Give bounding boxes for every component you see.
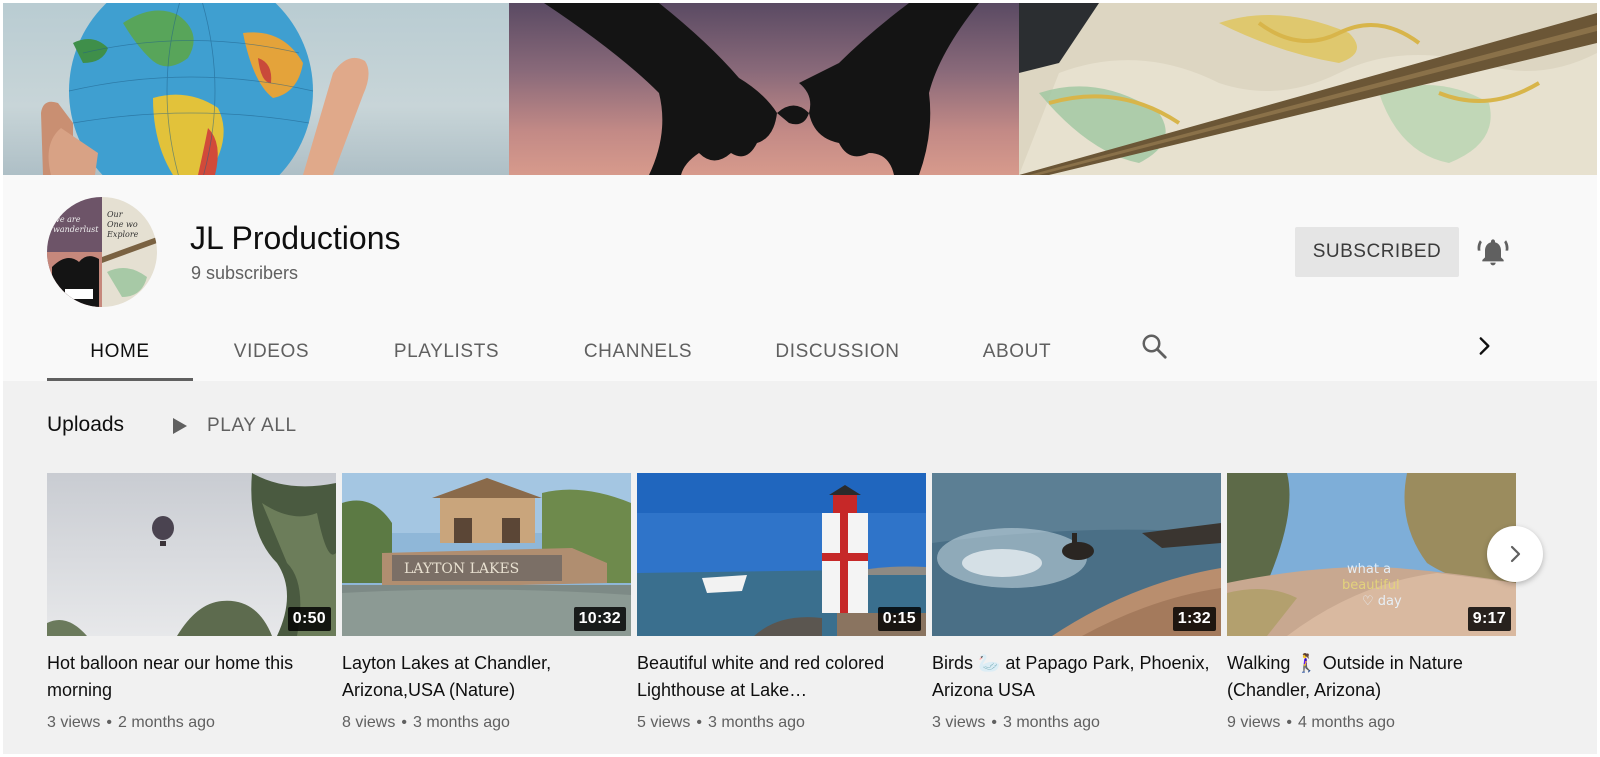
meta-separator: • xyxy=(106,714,112,731)
meta-separator: • xyxy=(696,714,702,731)
video-card[interactable]: what a beautiful ♡ day 9:17 Walking 🚶‍♀️… xyxy=(1227,473,1516,732)
video-card[interactable]: 1:32 Birds 🦢 at Papago Park, Phoenix, Ar… xyxy=(932,473,1221,732)
video-duration: 10:32 xyxy=(573,607,626,631)
search-icon[interactable] xyxy=(1139,331,1169,361)
banner-map-image xyxy=(1019,3,1597,175)
video-title[interactable]: Hot balloon near our home this morning xyxy=(47,650,336,704)
subscriber-count: 9 subscribers xyxy=(191,263,299,283)
video-meta: 9 views • 4 months ago xyxy=(1227,714,1516,732)
video-views: 3 views xyxy=(47,714,101,731)
video-meta: 3 views • 3 months ago xyxy=(932,714,1221,732)
video-views: 3 views xyxy=(932,714,986,731)
svg-text:Our: Our xyxy=(107,210,124,219)
banner-globe-image xyxy=(3,3,509,175)
tab-discussion[interactable]: DISCUSSION xyxy=(733,323,942,381)
svg-text:beautiful: beautiful xyxy=(1342,578,1400,593)
video-card[interactable]: 0:50 Hot balloon near our home this morn… xyxy=(47,473,336,732)
video-meta: 5 views • 3 months ago xyxy=(637,714,926,732)
svg-text:what a: what a xyxy=(1347,562,1391,577)
meta-separator: • xyxy=(991,714,997,731)
meta-separator: • xyxy=(401,714,407,731)
video-age: 3 months ago xyxy=(1002,714,1100,731)
video-age: 3 months ago xyxy=(707,714,805,731)
chevron-right-icon xyxy=(1510,545,1521,563)
subscribed-button[interactable]: SUBSCRIBED xyxy=(1295,227,1459,277)
video-meta: 3 views • 2 months ago xyxy=(47,714,336,732)
channel-name: JL Productions xyxy=(190,220,401,256)
shelf-title[interactable]: Uploads xyxy=(47,413,124,437)
svg-text:♡ day: ♡ day xyxy=(1362,594,1402,609)
tabs-chevron-right-icon[interactable] xyxy=(1471,333,1497,359)
svg-text:wanderlust: wanderlust xyxy=(53,225,99,234)
video-meta: 8 views • 3 months ago xyxy=(342,714,631,732)
play-all-button[interactable]: PLAY ALL xyxy=(171,409,297,443)
video-age: 3 months ago xyxy=(412,714,510,731)
tab-home[interactable]: HOME xyxy=(47,323,193,381)
shelf-next-button[interactable] xyxy=(1487,526,1543,582)
channel-avatar[interactable]: Our One wo Explore we are wanderlust xyxy=(47,197,157,307)
video-views: 8 views xyxy=(342,714,396,731)
video-title[interactable]: Beautiful white and red colored Lighthou… xyxy=(637,650,926,704)
play-all-label: PLAY ALL xyxy=(207,415,297,436)
banner-hands-image xyxy=(509,3,1019,175)
bell-icon[interactable] xyxy=(1477,236,1509,268)
tab-playlists[interactable]: PLAYLISTS xyxy=(350,323,543,381)
video-thumbnail[interactable]: 0:50 xyxy=(47,473,336,636)
video-age: 4 months ago xyxy=(1297,714,1395,731)
svg-text:Explore: Explore xyxy=(106,230,139,239)
svg-text:LAYTON LAKES: LAYTON LAKES xyxy=(404,561,519,577)
video-thumbnail[interactable]: what a beautiful ♡ day 9:17 xyxy=(1227,473,1516,636)
channel-tabs: HOME VIDEOS PLAYLISTS CHANNELS DISCUSSIO… xyxy=(47,323,1092,381)
video-card[interactable]: 0:15 Beautiful white and red colored Lig… xyxy=(637,473,926,732)
svg-text:we are: we are xyxy=(53,215,81,224)
channel-banner xyxy=(3,3,1597,175)
video-duration: 1:32 xyxy=(1172,607,1216,631)
video-views: 5 views xyxy=(637,714,691,731)
video-card[interactable]: LAYTON LAKES 10:32 Layton Lakes at Chand… xyxy=(342,473,631,732)
video-title[interactable]: Birds 🦢 at Papago Park, Phoenix, Arizona… xyxy=(932,650,1221,704)
video-thumbnail[interactable]: 0:15 xyxy=(637,473,926,636)
tab-about[interactable]: ABOUT xyxy=(942,323,1092,381)
video-views: 9 views xyxy=(1227,714,1281,731)
video-age: 2 months ago xyxy=(117,714,215,731)
video-duration: 0:15 xyxy=(877,607,921,631)
channel-page: Our One wo Explore we are wanderlust JL … xyxy=(3,3,1597,754)
video-title[interactable]: Layton Lakes at Chandler, Arizona,USA (N… xyxy=(342,650,631,704)
video-thumbnail[interactable]: 1:32 xyxy=(932,473,1221,636)
play-icon xyxy=(173,418,187,434)
video-duration: 9:17 xyxy=(1467,607,1511,631)
tab-channels[interactable]: CHANNELS xyxy=(543,323,733,381)
video-title[interactable]: Walking 🚶‍♀️ Outside in Nature (Chandler… xyxy=(1227,650,1516,704)
svg-text:One wo: One wo xyxy=(107,220,138,229)
meta-separator: • xyxy=(1286,714,1292,731)
video-row: 0:50 Hot balloon near our home this morn… xyxy=(47,473,1522,732)
tab-videos[interactable]: VIDEOS xyxy=(193,323,350,381)
video-duration: 0:50 xyxy=(287,607,331,631)
video-thumbnail[interactable]: LAYTON LAKES 10:32 xyxy=(342,473,631,636)
uploads-shelf: Uploads PLAY ALL 0:50 Hot balloon near o… xyxy=(3,381,1597,754)
channel-header: Our One wo Explore we are wanderlust JL … xyxy=(3,175,1597,381)
